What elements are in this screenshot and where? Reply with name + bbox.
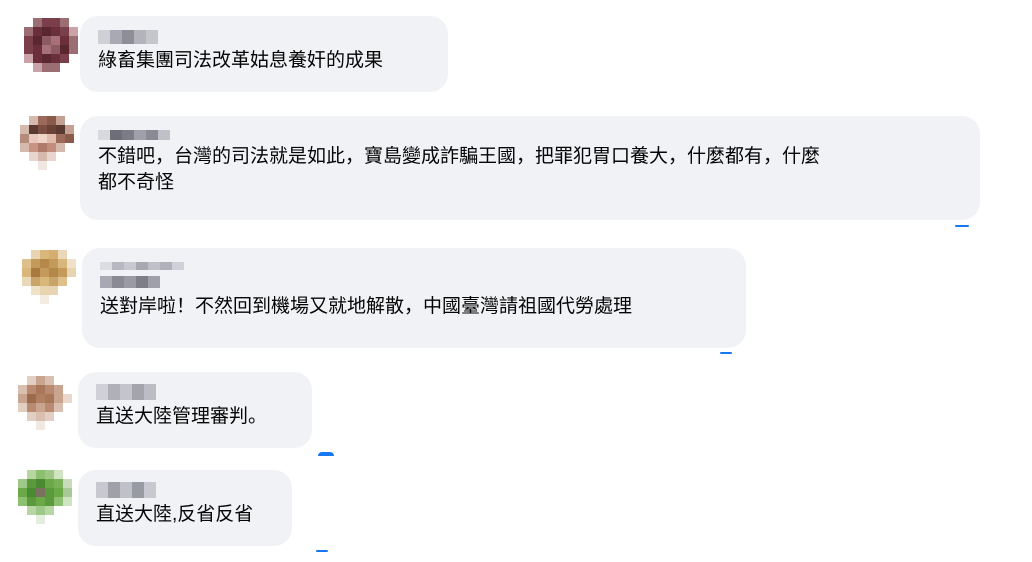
reply-indicator	[318, 452, 334, 456]
avatar[interactable]	[22, 250, 76, 304]
commenter-name-blurred[interactable]	[96, 384, 296, 400]
comment-bubble: 直送大陸管理審判。	[78, 372, 312, 448]
reply-indicator	[720, 352, 732, 354]
avatar[interactable]	[18, 376, 72, 430]
avatar[interactable]	[18, 470, 72, 524]
commenter-name-blurred[interactable]	[96, 482, 276, 498]
avatar[interactable]	[24, 18, 78, 72]
comment-bubble: 綠畜集團司法改革姑息養奸的成果	[80, 16, 448, 92]
commenter-name-blurred[interactable]	[100, 262, 730, 270]
comment-text: 不錯吧，台灣的司法就是如此，寶島變成詐騙王國，把罪犯胃口養大，什麼都有，什麼 都…	[98, 146, 821, 193]
comment-text: 直送大陸管理審判。	[96, 406, 268, 427]
comment-bubble: 不錯吧，台灣的司法就是如此，寶島變成詐騙王國，把罪犯胃口養大，什麼都有，什麼 都…	[80, 116, 980, 220]
commenter-name-blurred[interactable]	[98, 30, 432, 44]
commenter-name-blurred[interactable]	[98, 130, 964, 140]
commenter-name-blurred[interactable]	[100, 276, 730, 288]
avatar[interactable]	[20, 116, 74, 170]
comment-text: 綠畜集團司法改革姑息養奸的成果	[98, 50, 384, 71]
comment-text: 直送大陸,反省反省	[96, 504, 254, 525]
reply-indicator	[316, 550, 328, 552]
comment-text: 送對岸啦！不然回到機場又就地解散，中國臺灣請祖國代勞處理	[100, 296, 633, 317]
comment-bubble: 送對岸啦！不然回到機場又就地解散，中國臺灣請祖國代勞處理	[82, 248, 746, 348]
comment-bubble: 直送大陸,反省反省	[78, 470, 292, 546]
reply-indicator	[955, 225, 969, 227]
